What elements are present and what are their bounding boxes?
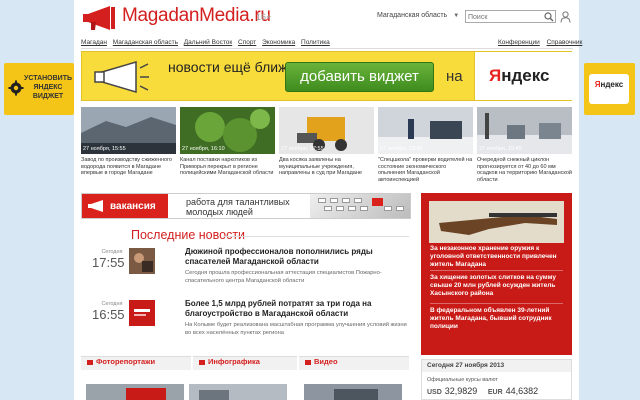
yandex-logo-rest: ндекс (501, 66, 550, 85)
news-caption[interactable]: Два косяка заявлены на муниципальные учр… (279, 157, 374, 177)
keyboard-image (310, 194, 410, 218)
banner-na: на (446, 68, 463, 85)
section-video[interactable]: Видео (299, 356, 409, 370)
news-date: 27 ноября, 07:55 (281, 146, 324, 152)
yandex-logo-text: Яндекс (489, 66, 549, 86)
yandex-tab-logo: Яндекс (591, 80, 627, 89)
top-news-box: За незаконное хранение оружия к уголовно… (421, 193, 572, 355)
vacancy-text: работа для талантливых молодых людей (186, 197, 290, 217)
nav-divider (81, 48, 573, 49)
nav-magadan-region[interactable]: Магаданская область (113, 39, 178, 46)
news-title[interactable]: Более 1,5 млрд рублей потратят за три го… (185, 299, 411, 319)
rates-values: USD 32,9829 EUR 44,6382 (427, 386, 546, 396)
news-date: 27 ноября, 13:45 (380, 146, 423, 152)
megaphone-icon (88, 200, 103, 212)
yandex-logo-y: Я (489, 66, 502, 85)
nav-magadan[interactable]: Магадан (81, 39, 107, 46)
news-caption[interactable]: "Спецшкола" проверки водителей на состоя… (378, 157, 473, 183)
nav-far-east[interactable]: Дальний Восток (184, 39, 232, 46)
nav-conferences[interactable]: Конференции (498, 39, 540, 46)
eur-code: EUR (487, 389, 503, 396)
latest-news-item[interactable]: Сегодня 17:55 Дюжиной профессионалов поп… (81, 247, 411, 299)
main-column: MagadanMedia.ru 16+ Магаданская область ▼… (74, 0, 582, 400)
news-date: 27 ноября, 15:45 (479, 146, 522, 152)
age-rating: 16+ (256, 12, 272, 22)
latest-news-item[interactable]: Сегодня 16:55 Более 1,5 млрд рублей потр… (81, 299, 411, 351)
user-icon[interactable] (560, 11, 571, 23)
yandex-logo: Яндекс (474, 52, 572, 100)
infographic-thumbnail[interactable] (189, 384, 287, 400)
heading-rule (223, 236, 409, 237)
page: УСТАНОВИТЬ ЯНДЕКС ВИДЖЕТ Яндекс MagadanM… (0, 0, 640, 400)
secondary-nav: Конференции Справочник (493, 39, 582, 46)
rates-label[interactable]: Официальные курсы валют (427, 377, 498, 383)
megaphone-icon (94, 60, 149, 94)
yandex-tab-card (589, 74, 629, 104)
nav-politics[interactable]: Политика (301, 39, 330, 46)
megaphone-logo-icon[interactable] (82, 5, 118, 31)
news-caption[interactable]: Канал поставки наркотиков из Приморья пе… (180, 157, 275, 177)
photo-report-thumbnail[interactable] (86, 384, 184, 400)
search-icon[interactable] (544, 12, 554, 22)
nav-economy[interactable]: Экономика (262, 39, 295, 46)
news-time: 16:55 (92, 307, 125, 322)
play-icon (305, 359, 311, 365)
top-news-item[interactable]: За хищение золотых слитков на сумму свыш… (430, 274, 564, 298)
camera-icon (87, 359, 93, 365)
red-key (372, 198, 383, 206)
news-caption[interactable]: Очередной снежный циклон прогнозируется … (477, 157, 572, 183)
news-date: 27 ноября, 15:55 (83, 146, 126, 152)
search-box (465, 10, 556, 23)
gear-icon (8, 80, 24, 96)
site-logo[interactable]: MagadanMedia.ru (122, 5, 271, 27)
yandex-widget-banner[interactable]: новости ещё ближе, если добавить виджет … (81, 51, 572, 101)
usd-rate: 32,9829 (444, 386, 478, 396)
news-thumbnail (129, 300, 155, 326)
chart-icon (199, 359, 205, 365)
eur-rate: 44,6382 (505, 386, 539, 396)
nav-sport[interactable]: Спорт (238, 39, 256, 46)
install-widget-tab[interactable]: УСТАНОВИТЬ ЯНДЕКС ВИДЖЕТ (4, 63, 74, 115)
yandex-tab-logo-rest: ндекс (600, 80, 624, 89)
news-time: 17:55 (92, 255, 125, 270)
news-caption[interactable]: Завод по производству сжиженного водород… (81, 157, 176, 177)
vacancy-banner[interactable]: вакансия работа для талантливых молодых … (81, 193, 411, 219)
search-input[interactable] (468, 12, 542, 22)
chevron-down-icon: ▼ (453, 13, 460, 19)
region-select[interactable]: Магаданская область ▼ (377, 12, 459, 19)
currency-widget: Сегодня 27 ноября 2013 Официальные курсы… (421, 359, 572, 400)
news-description: На Колыме будет реализована масштабная п… (185, 322, 407, 336)
today-date: Сегодня 27 ноября 2013 (422, 360, 571, 372)
section-info-label: Инфографика (208, 357, 260, 366)
section-infographics[interactable]: Инфографика (193, 356, 297, 370)
top-news-divider (430, 270, 563, 271)
top-news-item[interactable]: В федеральном объявлен 39-летний житель … (430, 307, 564, 331)
vacancy-label: вакансия (110, 201, 156, 212)
news-description: Сегодня прошла профессиональная аттестац… (185, 270, 382, 284)
news-title[interactable]: Дюжиной профессионалов пополнились ряды … (185, 247, 411, 267)
section-video-label: Видео (314, 357, 338, 366)
add-widget-button[interactable]: добавить виджет (285, 62, 434, 92)
yandex-side-tab[interactable]: Яндекс (579, 63, 635, 115)
main-nav: Магадан Магаданская область Дальний Вост… (81, 39, 334, 46)
news-date: 27 ноября, 16:10 (182, 146, 225, 152)
top-news-item[interactable]: За незаконное хранение оружия к уголовно… (430, 245, 564, 269)
rifle-photo (429, 201, 564, 243)
section-photo-reports[interactable]: Фоторепортажи (81, 356, 191, 370)
usd-code: USD (427, 389, 442, 396)
news-thumbnail (129, 248, 155, 274)
install-widget-label: УСТАНОВИТЬ ЯНДЕКС ВИДЖЕТ (24, 75, 73, 100)
latest-news-heading[interactable]: Последние новости (131, 228, 245, 242)
nav-directory[interactable]: Справочник (547, 39, 583, 46)
region-label: Магаданская область (377, 12, 448, 19)
section-photo-label: Фоторепортажи (96, 357, 156, 366)
top-news-divider (430, 303, 563, 304)
video-thumbnail[interactable] (304, 384, 402, 400)
